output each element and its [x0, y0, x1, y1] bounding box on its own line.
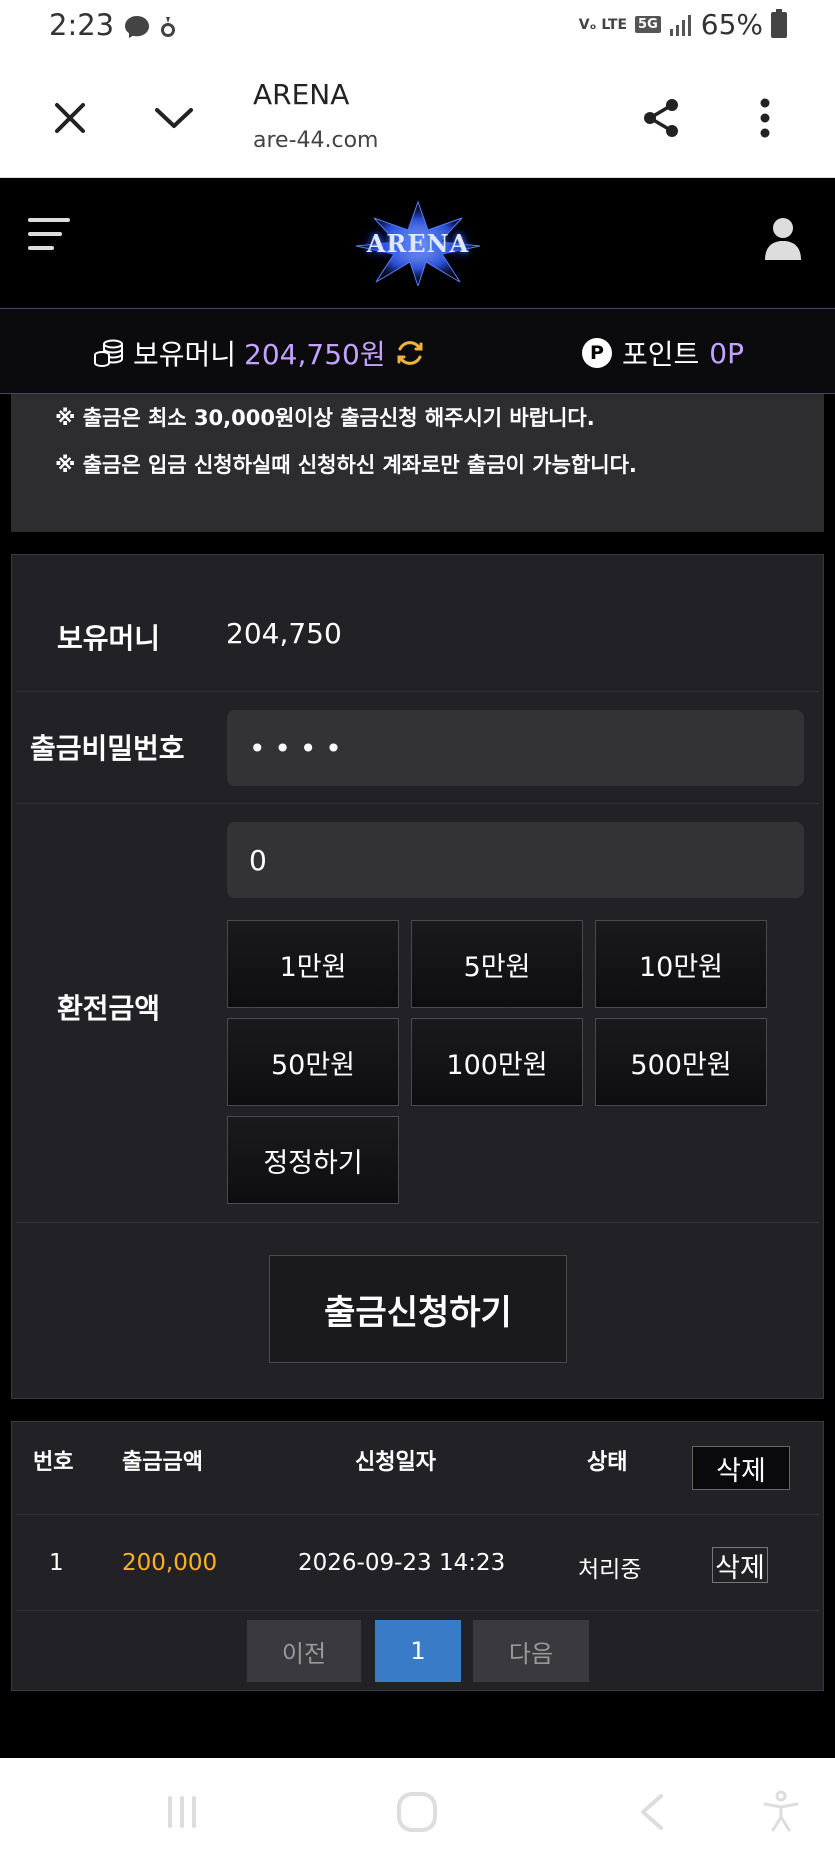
balance-value: 204,750 — [226, 617, 342, 650]
volte-icon: Vₒ LTE — [578, 16, 628, 33]
amount-input[interactable]: 0 — [227, 822, 804, 898]
reset-amount-button[interactable]: 정정하기 — [227, 1116, 399, 1204]
arena-logo[interactable]: ARENA — [352, 200, 484, 286]
submit-withdrawal-button[interactable]: 출금신청하기 — [269, 1255, 567, 1363]
row-number: 1 — [49, 1550, 64, 1576]
hamburger-menu-button[interactable] — [28, 218, 70, 254]
row-divider — [16, 1610, 819, 1611]
recent-apps-icon — [168, 1796, 196, 1828]
delete-all-button[interactable]: 삭제 — [692, 1446, 790, 1490]
status-bar: 2:23 Vₒ LTE 5G 65% — [0, 0, 835, 58]
next-page-button[interactable]: 다음 — [473, 1620, 589, 1682]
amount-label: 환전금액 — [57, 992, 161, 1025]
points-icon: P — [582, 338, 612, 368]
money-label: 보유머니 — [133, 338, 237, 371]
row-amount: 200,000 — [122, 1550, 218, 1576]
recent-apps-button[interactable] — [158, 1788, 206, 1836]
points-balance: P 포인트 0P — [582, 333, 744, 373]
add-10k-button[interactable]: 1만원 — [227, 920, 399, 1008]
back-button[interactable] — [627, 1788, 675, 1836]
signal-icon — [669, 14, 691, 36]
header-status: 상태 — [587, 1450, 628, 1475]
withdrawal-notice: ※ 출금은 최소 30,000원이상 출금신청 해주시기 바랍니다. ※ 출금은… — [11, 394, 824, 532]
money-value: 204,750원 — [244, 338, 386, 371]
share-icon — [644, 99, 678, 137]
battery-icon — [771, 8, 787, 38]
refresh-icon[interactable] — [394, 337, 426, 369]
share-button[interactable] — [631, 88, 691, 148]
row-status: 처리중 — [578, 1557, 642, 1583]
more-vertical-icon — [760, 98, 770, 138]
5g-icon: 5G — [635, 16, 661, 33]
user-account-button[interactable] — [763, 216, 803, 260]
minimize-tab-button[interactable] — [144, 88, 204, 148]
row-divider — [16, 1514, 819, 1515]
points-value: 0P — [709, 336, 744, 370]
hamburger-icon — [28, 218, 70, 222]
row-divider — [16, 803, 819, 804]
wallet-bar: 보유머니 204,750원 P 포인트 0P — [0, 308, 835, 394]
withdrawal-history-table: 번호 출금금액 신청일자 상태 삭제 1 200,000 2026-09-23 … — [11, 1421, 824, 1691]
coins-icon — [94, 339, 123, 367]
close-tab-button[interactable] — [40, 88, 100, 148]
back-icon — [641, 1794, 663, 1830]
add-1m-button[interactable]: 100만원 — [411, 1018, 583, 1106]
accessibility-icon — [763, 1790, 799, 1832]
row-date: 2026-09-23 14:23 — [298, 1550, 506, 1576]
site-header: ARENA — [0, 178, 835, 308]
close-icon — [55, 103, 85, 133]
row-divider — [16, 1222, 819, 1223]
header-number: 번호 — [33, 1450, 74, 1475]
notice-line: ※ 출금은 최소 30,000원이상 출금신청 해주시기 바랍니다. — [55, 406, 595, 430]
app-notification-icon — [161, 17, 175, 37]
add-100k-button[interactable]: 10만원 — [595, 920, 767, 1008]
page-title: ARENA — [253, 78, 350, 111]
points-label: 포인트 — [622, 338, 700, 371]
user-icon — [765, 218, 801, 260]
money-balance: 보유머니 204,750원 — [93, 333, 426, 373]
battery-percent: 65% — [700, 8, 763, 41]
add-5m-button[interactable]: 500만원 — [595, 1018, 767, 1106]
browser-toolbar: ARENA are-44.com — [0, 58, 835, 178]
header-date: 신청일자 — [355, 1450, 436, 1475]
withdrawal-form: 보유머니 204,750 출금비밀번호 • • • • 환전금액 0 1만원 5… — [11, 554, 824, 1399]
system-icons: Vₒ LTE 5G 65% — [579, 8, 787, 41]
page-1-button[interactable]: 1 — [375, 1620, 461, 1682]
status-time: 2:23 — [49, 8, 115, 42]
row-divider — [16, 691, 819, 692]
page-url[interactable]: are-44.com — [253, 128, 379, 153]
password-label: 출금비밀번호 — [30, 732, 185, 765]
home-button[interactable] — [393, 1788, 441, 1836]
prev-page-button[interactable]: 이전 — [247, 1620, 361, 1682]
add-50k-button[interactable]: 5만원 — [411, 920, 583, 1008]
header-amount: 출금금액 — [122, 1450, 203, 1475]
messenger-icon — [125, 16, 149, 38]
chevron-down-icon — [155, 108, 193, 128]
notification-icons — [122, 14, 176, 40]
balance-label: 보유머니 — [57, 622, 161, 655]
more-options-button[interactable] — [735, 88, 795, 148]
add-500k-button[interactable]: 50만원 — [227, 1018, 399, 1106]
home-icon — [397, 1792, 437, 1832]
notice-line: ※ 출금은 입금 신청하실때 신청하신 계좌로만 출금이 가능합니다. — [55, 453, 637, 477]
delete-row-button[interactable]: 삭제 — [712, 1547, 768, 1584]
withdrawal-password-input[interactable]: • • • • — [227, 710, 804, 786]
system-nav-bar — [0, 1758, 835, 1862]
accessibility-button[interactable] — [757, 1788, 805, 1836]
